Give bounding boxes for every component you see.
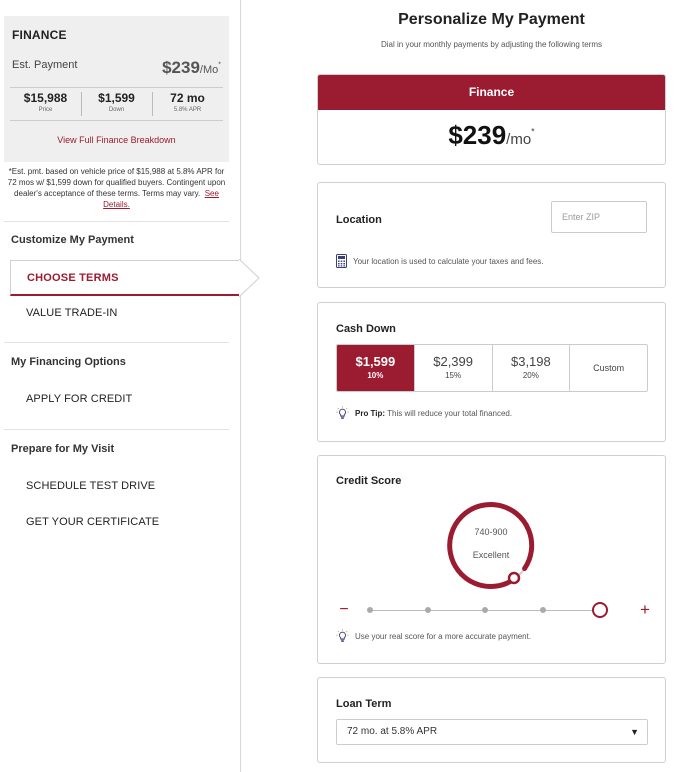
- est-payment-amount: $239/Mo*: [162, 58, 221, 78]
- stat-price-label: Price: [38, 107, 53, 113]
- sidebar: FINANCE Est. Payment $239/Mo* $15,988 Pr…: [0, 0, 260, 772]
- cash-option-pct: 10%: [367, 371, 384, 380]
- cash-option-value: $1,599: [355, 354, 396, 369]
- stat-price: $15,988 Price: [10, 88, 81, 120]
- credit-score-range: 740-900: [474, 527, 508, 537]
- monthly-payment-unit: /mo: [506, 131, 532, 148]
- credit-tip: Use your real score for a more accurate …: [336, 629, 531, 643]
- cash-option-pct: 15%: [445, 371, 462, 380]
- slider-step-dot[interactable]: [539, 607, 546, 613]
- stat-term: 72 mo 5.8% APR: [152, 88, 223, 120]
- monthly-payment-mark: *: [531, 126, 535, 137]
- section-visit-heading: Prepare for My Visit: [11, 443, 115, 455]
- finance-band: Finance: [318, 75, 665, 110]
- slider-step-dot[interactable]: [367, 607, 373, 613]
- credit-score-slider[interactable]: − +: [336, 601, 650, 619]
- disclaimer: *Est. pmt. based on vehicle price of $15…: [4, 166, 229, 210]
- slider-thumb[interactable]: [592, 602, 608, 618]
- view-finance-breakdown-link[interactable]: View Full Finance Breakdown: [4, 135, 229, 145]
- stat-down-label: Down: [108, 107, 125, 113]
- est-payment-value: $239: [162, 58, 200, 77]
- nav-item-get-certificate[interactable]: GET YOUR CERTIFICATE: [26, 516, 159, 528]
- stat-term-label: 5.8% APR: [173, 107, 202, 113]
- credit-score-card: Credit Score 740-900 Excellent − + Use y…: [317, 455, 666, 664]
- stat-down-value: $1,599: [98, 91, 135, 105]
- stat-down: $1,599 Down: [81, 88, 152, 120]
- credit-score-label: Credit Score: [336, 475, 402, 487]
- lightbulb-icon: [336, 406, 349, 419]
- lightbulb-icon: [336, 629, 349, 642]
- page-title: Personalize My Payment: [398, 11, 585, 28]
- finance-payment-card: Finance $239/mo*: [317, 74, 666, 165]
- cash-down-label: Cash Down: [336, 323, 396, 335]
- credit-score-gauge: [447, 501, 535, 589]
- cash-option-value: $3,198: [510, 354, 551, 369]
- loan-term-selected: 72 mo. at 5.8% APR: [347, 726, 438, 737]
- decrease-credit-button[interactable]: −: [336, 601, 352, 619]
- zip-input[interactable]: [551, 201, 647, 233]
- cash-option-20[interactable]: $3,198 20%: [491, 345, 570, 391]
- cash-option-value: $2,399: [433, 354, 473, 369]
- section-financing-heading: My Financing Options: [11, 356, 126, 368]
- cash-option-custom[interactable]: Custom: [569, 345, 647, 391]
- cash-option-15[interactable]: $2,399 15%: [413, 345, 492, 391]
- credit-tip-text: Use your real score for a more accurate …: [355, 631, 532, 641]
- finance-summary-box: FINANCE Est. Payment $239/Mo* $15,988 Pr…: [4, 16, 229, 162]
- page-subtitle: Dial in your monthly payments by adjusti…: [381, 40, 602, 49]
- calculator-icon: [336, 254, 347, 268]
- loan-term-select[interactable]: 72 mo. at 5.8% APR ▼: [336, 719, 648, 745]
- caret-down-icon: ▼: [630, 727, 639, 737]
- location-note-text: Your location is used to calculate your …: [353, 256, 544, 266]
- loan-term-label: Loan Term: [336, 698, 392, 710]
- pro-tip-bold: Pro Tip:: [355, 408, 386, 418]
- finance-stats: $15,988 Price $1,599 Down 72 mo 5.8% APR: [10, 87, 223, 121]
- divider: [4, 429, 229, 430]
- nav-item-choose-terms-label: CHOOSE TERMS: [27, 272, 119, 284]
- increase-credit-button[interactable]: +: [636, 601, 654, 619]
- est-payment-mark: *: [218, 61, 221, 69]
- section-customize-heading: Customize My Payment: [11, 234, 134, 246]
- est-payment-label: Est. Payment: [12, 59, 78, 71]
- slider-step-dot[interactable]: [482, 607, 488, 613]
- nav-item-schedule-test-drive[interactable]: SCHEDULE TEST DRIVE: [26, 480, 155, 492]
- location-card: Location Your location is used to calcul…: [317, 182, 666, 288]
- divider: [4, 342, 229, 343]
- disclaimer-text: *Est. pmt. based on vehicle price of $15…: [7, 167, 226, 198]
- nav-item-apply-for-credit[interactable]: APPLY FOR CREDIT: [26, 393, 132, 405]
- cash-option-custom-label: Custom: [593, 363, 625, 373]
- credit-score-level: Excellent: [472, 550, 510, 560]
- monthly-payment-value: $239: [448, 120, 507, 150]
- finance-summary-title: FINANCE: [12, 28, 67, 42]
- cash-down-card: Cash Down $1,599 10% $2,399 15% $3,198 2…: [317, 302, 666, 442]
- active-arrow-icon: [239, 259, 260, 297]
- nav-item-choose-terms[interactable]: CHOOSE TERMS: [10, 260, 240, 296]
- cash-option-pct: 20%: [522, 371, 539, 380]
- cash-option-10[interactable]: $1,599 10%: [337, 345, 414, 391]
- location-label: Location: [336, 214, 382, 226]
- est-payment-unit: /Mo: [199, 64, 219, 76]
- loan-term-card: Loan Term 72 mo. at 5.8% APR ▼: [317, 677, 666, 763]
- nav-item-value-trade-in[interactable]: VALUE TRADE-IN: [26, 307, 117, 319]
- cash-down-options: $1,599 10% $2,399 15% $3,198 20% Custom: [336, 344, 648, 392]
- pro-tip-text: Pro Tip: This will reduce your total fin…: [355, 409, 512, 418]
- location-note: Your location is used to calculate your …: [336, 254, 544, 268]
- slider-step-dot[interactable]: [424, 607, 431, 613]
- stat-price-value: $15,988: [23, 91, 68, 105]
- pro-tip-body: This will reduce your total financed.: [385, 408, 513, 418]
- pro-tip: Pro Tip: This will reduce your total fin…: [336, 406, 512, 420]
- monthly-payment: $239/mo*: [318, 120, 665, 151]
- stat-term-value: 72 mo: [170, 91, 205, 105]
- divider: [4, 221, 229, 222]
